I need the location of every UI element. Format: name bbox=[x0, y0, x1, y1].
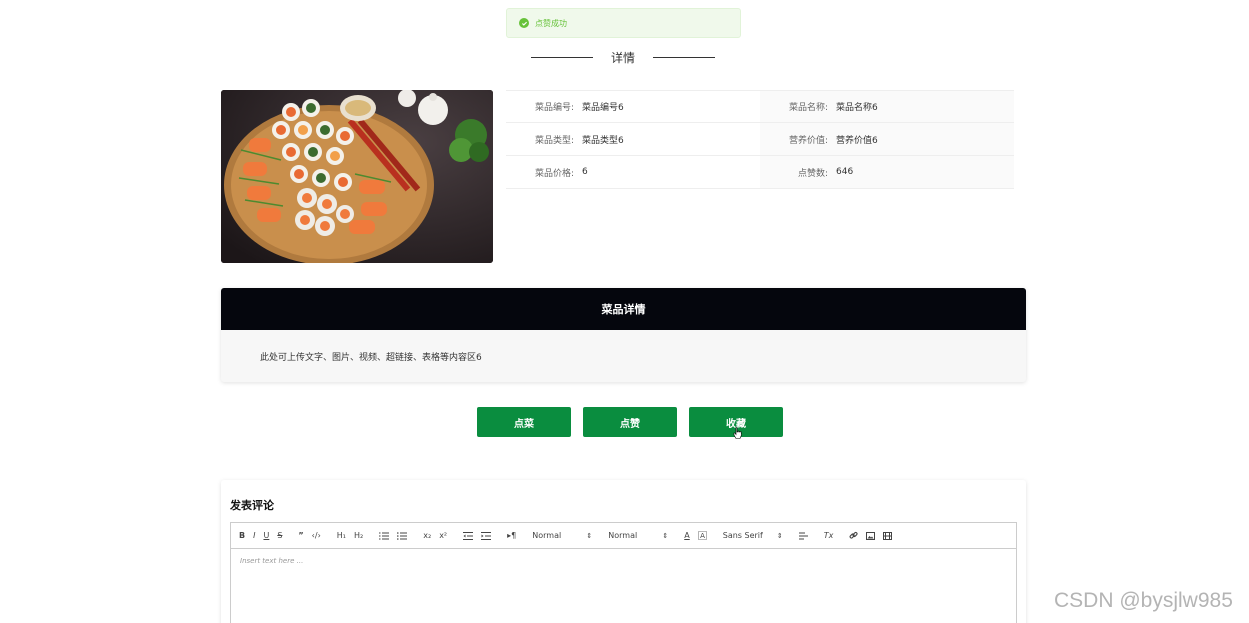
info-label: 菜品名称: bbox=[788, 103, 828, 113]
header2-button[interactable]: H₂ bbox=[354, 531, 363, 540]
dish-image bbox=[221, 90, 493, 263]
info-value: 营养价值6 bbox=[836, 135, 878, 146]
comment-panel: 发表评论 B I U S ” ‹/› H₁ H₂ x₂ x² ▸¶ Normal… bbox=[221, 480, 1026, 623]
info-cell-price: 菜品价格: 6 bbox=[506, 156, 760, 188]
watermark: CSDN @bysjlw985 bbox=[1054, 589, 1233, 612]
indent-icon[interactable] bbox=[481, 531, 492, 540]
strike-button[interactable]: S bbox=[277, 531, 282, 540]
info-value: 646 bbox=[836, 167, 854, 177]
info-label: 菜品编号: bbox=[534, 103, 574, 113]
italic-button[interactable]: I bbox=[253, 531, 255, 540]
hand-cursor-icon bbox=[733, 427, 742, 439]
size-select[interactable]: Normal ⇕ bbox=[532, 531, 592, 540]
select-arrows-icon: ⇕ bbox=[586, 531, 593, 540]
code-block-button[interactable]: ‹/› bbox=[312, 531, 321, 540]
font-color-button[interactable]: A bbox=[684, 531, 689, 540]
info-value: 菜品编号6 bbox=[582, 103, 624, 113]
like-button[interactable]: 点赞 bbox=[583, 407, 677, 437]
blockquote-button[interactable]: ” bbox=[298, 531, 303, 540]
text-direction-button[interactable]: ▸¶ bbox=[507, 531, 516, 540]
info-label: 营养价值: bbox=[788, 135, 828, 146]
success-toast: 点赞成功 bbox=[506, 8, 741, 38]
size-select-value: Normal bbox=[532, 531, 562, 540]
info-cell-nutrition: 营养价值: 营养价值6 bbox=[760, 123, 1014, 155]
video-icon[interactable] bbox=[883, 531, 893, 540]
comment-title: 发表评论 bbox=[230, 499, 274, 512]
info-row: 菜品价格: 6 点赞数: 646 bbox=[506, 156, 1014, 189]
align-icon[interactable] bbox=[798, 532, 808, 540]
header-select-value: Normal bbox=[608, 531, 638, 540]
info-value: 6 bbox=[582, 167, 588, 177]
dish-detail-panel: 菜品详情 此处可上传文字、图片、视频、超链接、表格等内容区6 bbox=[221, 288, 1026, 382]
ordered-list-icon[interactable] bbox=[379, 532, 390, 540]
info-cell-likes: 点赞数: 646 bbox=[760, 156, 1014, 188]
subscript-button[interactable]: x₂ bbox=[423, 531, 431, 540]
section-title-text: 详情 bbox=[610, 50, 635, 65]
image-icon[interactable] bbox=[866, 531, 876, 540]
info-row: 菜品编号: 菜品编号6 菜品名称: 菜品名称6 bbox=[506, 90, 1014, 123]
outdent-icon[interactable] bbox=[463, 531, 474, 540]
select-arrows-icon: ⇕ bbox=[662, 531, 669, 540]
font-select[interactable]: Sans Serif ⇕ bbox=[723, 531, 783, 540]
section-title: 详情 bbox=[530, 48, 716, 66]
info-label: 点赞数: bbox=[797, 168, 828, 179]
editor-placeholder: Insert text here ... bbox=[240, 557, 304, 565]
order-button[interactable]: 点菜 bbox=[477, 407, 571, 437]
comment-editor[interactable]: Insert text here ... bbox=[230, 548, 1017, 623]
info-label: 菜品价格: bbox=[534, 168, 574, 179]
link-icon[interactable] bbox=[849, 531, 858, 540]
detail-body: 此处可上传文字、图片、视频、超链接、表格等内容区6 bbox=[260, 353, 482, 363]
underline-button[interactable]: U bbox=[263, 531, 269, 540]
info-value: 菜品类型6 bbox=[582, 135, 624, 146]
dish-info-table: 菜品编号: 菜品编号6 菜品名称: 菜品名称6 菜品类型: 菜品类型6 营养价值… bbox=[506, 90, 1014, 189]
info-label: 菜品类型: bbox=[534, 135, 574, 146]
header-select[interactable]: Normal ⇕ bbox=[608, 531, 668, 540]
bold-button[interactable]: B bbox=[239, 531, 245, 540]
superscript-button[interactable]: x² bbox=[439, 531, 447, 540]
info-cell-name: 菜品名称: 菜品名称6 bbox=[760, 91, 1014, 122]
editor-toolbar: B I U S ” ‹/› H₁ H₂ x₂ x² ▸¶ Normal ⇕ No… bbox=[230, 522, 1017, 549]
info-value: 菜品名称6 bbox=[836, 103, 878, 113]
font-select-value: Sans Serif bbox=[722, 531, 763, 540]
divider-left bbox=[530, 56, 593, 58]
info-cell-code: 菜品编号: 菜品编号6 bbox=[506, 91, 760, 122]
check-circle-icon bbox=[519, 18, 529, 28]
divider-right bbox=[653, 56, 715, 58]
clean-format-button[interactable]: Tx bbox=[824, 531, 834, 540]
info-row: 菜品类型: 菜品类型6 营养价值: 营养价值6 bbox=[506, 123, 1014, 156]
detail-header: 菜品详情 bbox=[221, 288, 1026, 330]
info-cell-type: 菜品类型: 菜品类型6 bbox=[506, 123, 760, 155]
header1-button[interactable]: H₁ bbox=[337, 531, 346, 540]
background-color-icon[interactable]: A bbox=[697, 531, 707, 540]
toast-message: 点赞成功 bbox=[535, 18, 567, 28]
bullet-list-icon[interactable] bbox=[397, 531, 408, 540]
select-arrows-icon: ⇕ bbox=[776, 531, 783, 540]
svg-text:A: A bbox=[700, 532, 705, 540]
